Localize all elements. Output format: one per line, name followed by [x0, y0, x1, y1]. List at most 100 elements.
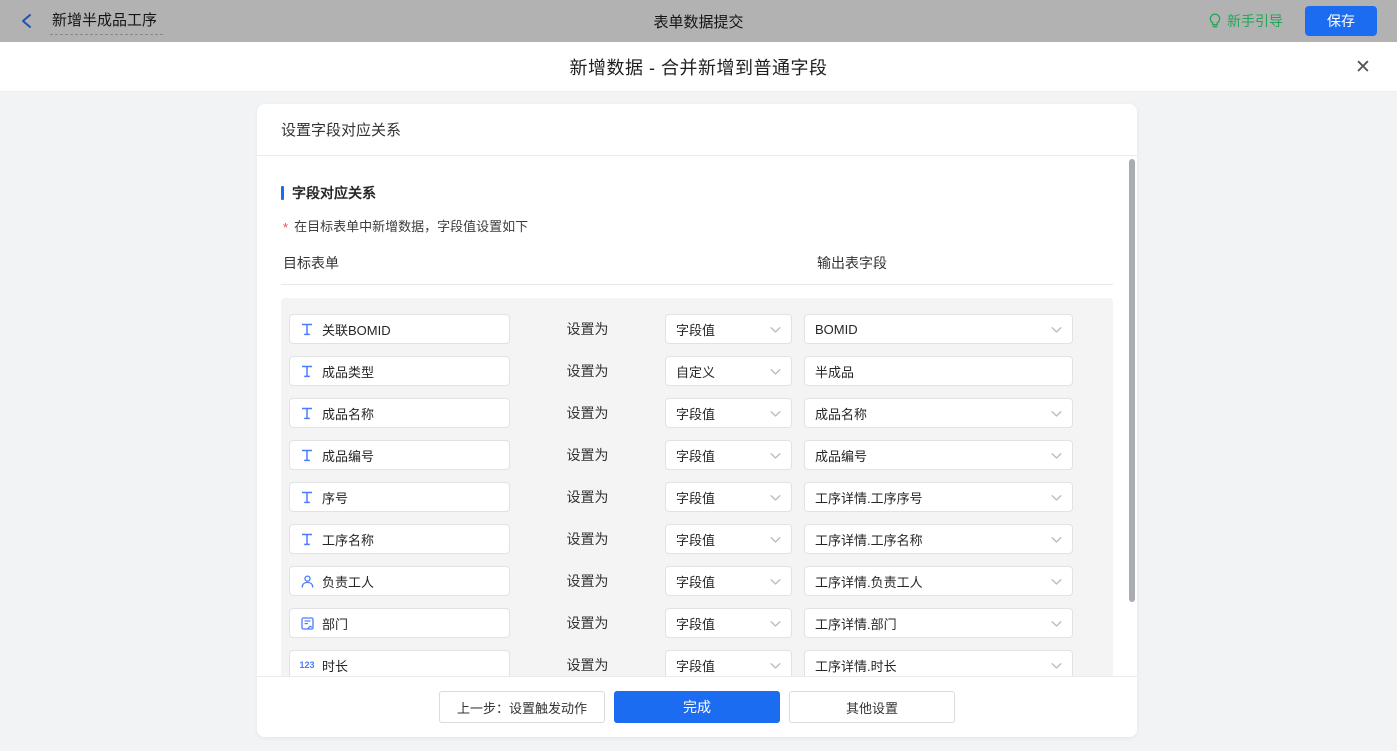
mapping-hint: * 在目标表单中新增数据，字段值设置如下	[281, 216, 1113, 235]
value-type-select[interactable]: 字段值	[665, 566, 792, 596]
column-headers: 目标表单 输出表字段	[281, 253, 1113, 285]
target-field-label: 时长	[322, 658, 349, 674]
user-field-icon	[300, 574, 314, 588]
modal-title: 新增数据 - 合并新增到普通字段	[569, 57, 828, 78]
output-field-selected: 工序详情.时长	[815, 658, 897, 674]
chevron-down-icon	[1051, 574, 1062, 589]
output-field-selected: BOMID	[815, 321, 858, 337]
value-type-select[interactable]: 字段值	[665, 482, 792, 512]
target-field-label: 负责工人	[322, 574, 375, 590]
value-type-selected: 字段值	[676, 574, 716, 590]
chevron-down-icon	[770, 448, 781, 463]
guide-label: 新手引导	[1227, 13, 1283, 29]
mapping-row: 成品编号 设置为 字段值 成品编号	[289, 440, 1105, 470]
output-field-select[interactable]: 成品名称	[804, 398, 1073, 428]
chevron-down-icon	[770, 532, 781, 547]
chevron-down-icon	[1051, 616, 1062, 631]
chevron-down-icon	[770, 322, 781, 337]
close-icon[interactable]: ✕	[1351, 55, 1375, 79]
target-field-label: 成品编号	[322, 448, 375, 464]
chevron-down-icon	[770, 616, 781, 631]
output-field-selected: 成品编号	[815, 448, 868, 464]
beginner-guide-link[interactable]: 新手引导	[1208, 11, 1283, 31]
text-field-icon	[300, 449, 314, 462]
text-field-icon	[300, 365, 314, 378]
mapping-row: 工序名称 设置为 字段值 工序详情.工序名称	[289, 524, 1105, 554]
section-accent-bar	[281, 186, 284, 200]
other-settings-button[interactable]: 其他设置	[789, 691, 955, 723]
value-type-select[interactable]: 字段值	[665, 524, 792, 554]
modal-body: 设置字段对应关系 字段对应关系 * 在目标表单中新增数据，字段值设置如下 目标表…	[0, 92, 1397, 751]
value-type-select[interactable]: 自定义	[665, 356, 792, 386]
value-type-selected: 字段值	[676, 532, 716, 548]
output-field-selected: 工序详情.负责工人	[815, 574, 923, 590]
target-field-label: 成品名称	[322, 406, 375, 422]
chevron-down-icon	[1051, 490, 1062, 505]
value-type-selected: 字段值	[676, 406, 716, 422]
mapping-row: 部门 设置为 字段值 工序详情.部门	[289, 608, 1105, 638]
output-field-selected: 成品名称	[815, 406, 868, 422]
set-as-label: 设置为	[566, 321, 609, 337]
output-field-selected: 工序详情.工序名称	[815, 532, 923, 548]
done-button[interactable]: 完成	[614, 691, 780, 723]
column-header-output-fields: 输出表字段	[817, 255, 887, 271]
target-field-box: 负责工人	[289, 566, 510, 596]
hint-text: 在目标表单中新增数据，字段值设置如下	[294, 219, 529, 234]
output-field-select[interactable]: 半成品	[804, 356, 1073, 386]
value-type-selected: 字段值	[676, 322, 716, 338]
output-field-select[interactable]: 工序详情.时长	[804, 650, 1073, 676]
card-footer: 上一步：设置触发动作 完成 其他设置	[257, 676, 1137, 737]
chevron-down-icon	[770, 658, 781, 673]
section-title: 字段对应关系	[281, 183, 1113, 203]
value-type-select[interactable]: 字段值	[665, 398, 792, 428]
modal-header: 新增数据 - 合并新增到普通字段 ✕	[0, 42, 1397, 92]
target-field-label: 部门	[322, 616, 349, 632]
value-type-selected: 字段值	[676, 490, 716, 506]
target-field-label: 工序名称	[322, 532, 375, 548]
app-topbar: 新增半成品工序 表单数据提交 新手引导 保存	[0, 0, 1397, 42]
value-type-select[interactable]: 字段值	[665, 314, 792, 344]
target-field-box: 序号	[289, 482, 510, 512]
required-mark: *	[283, 220, 289, 235]
value-type-select[interactable]: 字段值	[665, 608, 792, 638]
chevron-down-icon	[770, 364, 781, 379]
target-field-box: 工序名称	[289, 524, 510, 554]
value-type-selected: 字段值	[676, 616, 716, 632]
lightbulb-icon	[1209, 13, 1221, 28]
save-button[interactable]: 保存	[1305, 6, 1377, 36]
set-as-label: 设置为	[566, 573, 609, 589]
value-type-selected: 自定义	[676, 364, 716, 380]
set-as-label: 设置为	[566, 657, 609, 673]
output-field-select[interactable]: BOMID	[804, 314, 1073, 344]
chevron-down-icon	[1051, 532, 1062, 547]
card-header-title: 设置字段对应关系	[257, 104, 1137, 156]
mapping-row: 关联BOMID 设置为 字段值 BOMID	[289, 314, 1105, 344]
target-field-box: 123 时长	[289, 650, 510, 676]
chevron-down-icon	[1051, 322, 1062, 337]
text-field-icon	[300, 491, 314, 504]
prev-step-button[interactable]: 上一步：设置触发动作	[439, 691, 605, 723]
card-content: 字段对应关系 * 在目标表单中新增数据，字段值设置如下 目标表单 输出表字段 关…	[257, 156, 1137, 676]
set-as-label: 设置为	[566, 405, 609, 421]
set-as-label: 设置为	[566, 615, 609, 631]
output-field-select[interactable]: 成品编号	[804, 440, 1073, 470]
output-field-select[interactable]: 工序详情.工序名称	[804, 524, 1073, 554]
output-field-select[interactable]: 工序详情.部门	[804, 608, 1073, 638]
column-header-target-form: 目标表单	[283, 255, 339, 271]
vertical-scrollbar[interactable]	[1129, 159, 1135, 602]
output-field-select[interactable]: 工序详情.负责工人	[804, 566, 1073, 596]
text-field-icon	[300, 323, 314, 336]
number-field-icon: 123	[299, 660, 315, 670]
section-title-text: 字段对应关系	[292, 185, 376, 201]
value-type-select[interactable]: 字段值	[665, 440, 792, 470]
field-mapping-card: 设置字段对应关系 字段对应关系 * 在目标表单中新增数据，字段值设置如下 目标表…	[257, 104, 1137, 737]
output-field-select[interactable]: 工序详情.工序序号	[804, 482, 1073, 512]
mapping-row: 成品类型 设置为 自定义 半成品	[289, 356, 1105, 386]
mapping-row: 成品名称 设置为 字段值 成品名称	[289, 398, 1105, 428]
chevron-down-icon	[770, 490, 781, 505]
mapping-rows: 关联BOMID 设置为 字段值 BOMID 成品类型 设置为 自定义 半成品 成…	[281, 298, 1113, 676]
text-field-icon	[300, 407, 314, 420]
value-type-select[interactable]: 字段值	[665, 650, 792, 676]
target-field-label: 成品类型	[322, 364, 375, 380]
set-as-label: 设置为	[566, 447, 609, 463]
